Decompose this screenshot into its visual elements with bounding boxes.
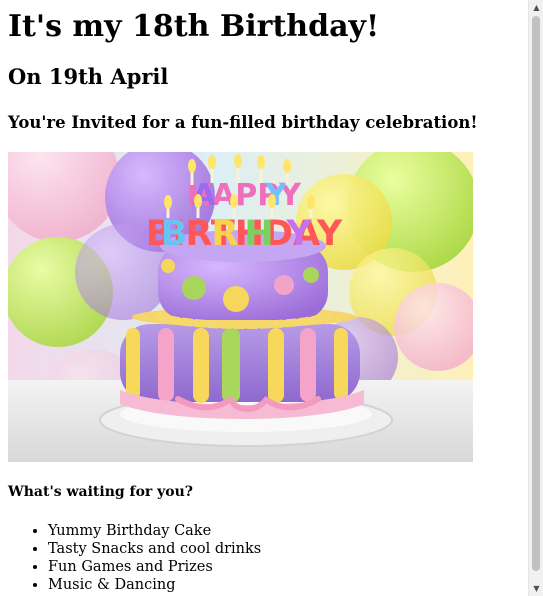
birthday-cake-illustration: HAPPY BIRTHDAY A Y B R H Y (8, 152, 473, 462)
scroll-thumb[interactable] (532, 16, 540, 571)
list-item: Tasty Snacks and cool drinks (48, 540, 261, 558)
birthday-date: On 19th April (8, 64, 169, 89)
waiting-heading: What's waiting for you? (8, 484, 194, 500)
scroll-up-icon[interactable]: ▲ (529, 0, 543, 15)
list-item: Music & Dancing (48, 576, 261, 594)
celebration-list: Yummy Birthday Cake Tasty Snacks and coo… (8, 522, 261, 594)
svg-text:R: R (212, 214, 239, 254)
vertical-scrollbar[interactable]: ▲ ▼ (528, 0, 543, 596)
birthday-cake-image: HAPPY BIRTHDAY A Y B R H Y (8, 152, 473, 462)
page-title: It's my 18th Birthday! (8, 9, 380, 44)
list-item: Fun Games and Prizes (48, 558, 261, 576)
scroll-down-icon[interactable]: ▼ (529, 581, 543, 596)
invitation-text: You're Invited for a fun-filled birthday… (8, 113, 478, 132)
svg-text:Y: Y (285, 214, 312, 254)
svg-text:H: H (244, 214, 273, 254)
svg-text:B: B (161, 214, 188, 254)
svg-text:Y: Y (264, 178, 288, 213)
list-item: Yummy Birthday Cake (48, 522, 261, 540)
